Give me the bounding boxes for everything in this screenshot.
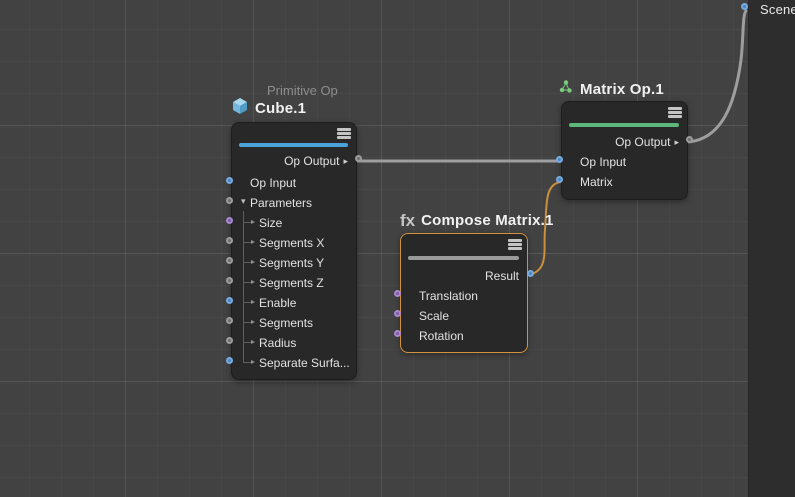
- output-expand-icon[interactable]: ▸: [674, 138, 679, 147]
- port-row-segments-y: Segments Y: [232, 253, 356, 273]
- port-row-enable: Enable: [232, 293, 356, 313]
- port-row-op-input: Op Input: [232, 173, 356, 193]
- size-port[interactable]: [226, 217, 233, 224]
- scale-port[interactable]: [394, 310, 401, 317]
- node-color-bar: [569, 123, 679, 127]
- scene-node-edge[interactable]: [748, 0, 795, 497]
- compose-matrix-node[interactable]: Result Translation Scale Rotation: [400, 233, 528, 353]
- cube-op-input-port[interactable]: [226, 177, 233, 184]
- compose-title-label: Compose Matrix.1: [421, 212, 553, 229]
- port-row-parameters: ▾ Parameters: [232, 193, 356, 213]
- port-label: Enable: [232, 296, 296, 310]
- port-row-radius: Radius: [232, 333, 356, 353]
- parameters-port[interactable]: [226, 197, 233, 204]
- tree-branch-icon: [243, 262, 251, 263]
- node-color-bar: [239, 143, 348, 147]
- port-label: Segments: [232, 316, 313, 330]
- segments-port[interactable]: [226, 317, 233, 324]
- node-editor-canvas[interactable]: Scene Primitive Op Cube.1 Op Output ▸ Op…: [0, 0, 795, 497]
- port-label: Size: [232, 216, 282, 230]
- tree-branch-icon: [243, 322, 251, 323]
- result-port[interactable]: [527, 270, 534, 277]
- port-label: Segments Z: [232, 276, 324, 290]
- fx-icon: fx: [400, 212, 415, 229]
- compose-node-title[interactable]: fx Compose Matrix.1: [400, 212, 554, 229]
- segments-z-port[interactable]: [226, 277, 233, 284]
- node-color-bar: [408, 256, 519, 260]
- port-label: Matrix: [562, 175, 613, 189]
- output-expand-icon[interactable]: ▸: [343, 157, 348, 166]
- port-label: Op Input: [232, 176, 296, 190]
- matrix-op-input-port[interactable]: [556, 156, 563, 163]
- scene-port-label: Scene: [760, 2, 795, 17]
- segments-x-port[interactable]: [226, 237, 233, 244]
- compose-result-row: Result: [401, 266, 527, 286]
- port-row-segments: Segments: [232, 313, 356, 333]
- cube-title-label: Cube.1: [255, 100, 306, 117]
- menu-icon[interactable]: [668, 107, 682, 119]
- port-label: Segments X: [232, 236, 324, 250]
- translation-port[interactable]: [394, 290, 401, 297]
- cube-op-output-row: Op Output ▸: [232, 151, 356, 171]
- radius-port[interactable]: [226, 337, 233, 344]
- separate-surfaces-port[interactable]: [226, 357, 233, 364]
- wire-matrix-to-scene[interactable]: [688, 10, 747, 142]
- scene-input-port[interactable]: [741, 3, 748, 10]
- cube-icon: [231, 97, 249, 120]
- port-row-rotation: Rotation: [401, 326, 527, 346]
- port-label: Result: [485, 269, 519, 283]
- wire-layer: [0, 0, 795, 497]
- tree-branch-icon: [243, 282, 251, 283]
- port-label: Rotation: [401, 329, 464, 343]
- port-row-segments-z: Segments Z: [232, 273, 356, 293]
- rotation-port[interactable]: [394, 330, 401, 337]
- port-label: Translation: [401, 289, 478, 303]
- matrix-node-title[interactable]: Matrix Op.1: [558, 79, 664, 100]
- port-row-scale: Scale: [401, 306, 527, 326]
- matrix-op-output-row: Op Output ▸: [562, 132, 687, 152]
- port-label: Radius: [232, 336, 296, 350]
- port-label: Separate Surfa...: [232, 356, 350, 370]
- tree-branch-icon: [243, 242, 251, 243]
- tree-branch-icon: [243, 362, 251, 363]
- matrix-title-label: Matrix Op.1: [580, 81, 664, 98]
- cube-op-output-port[interactable]: [355, 155, 362, 162]
- port-row-separate-surfaces: Separate Surfa...: [232, 353, 356, 373]
- matrix-input-port[interactable]: [556, 176, 563, 183]
- cube-node-title[interactable]: Cube.1: [231, 97, 306, 120]
- cube-node[interactable]: Op Output ▸ Op Input ▾ Parameters Size: [231, 122, 357, 380]
- menu-icon[interactable]: [337, 128, 351, 140]
- matrix-op-output-port[interactable]: [686, 136, 693, 143]
- collapse-triangle-icon[interactable]: ▾: [241, 197, 246, 206]
- port-label: Op Output: [284, 154, 339, 168]
- port-label: Op Output: [615, 135, 670, 149]
- port-row-op-input: Op Input: [562, 152, 687, 172]
- port-label: Op Input: [562, 155, 626, 169]
- port-label: Segments Y: [232, 256, 324, 270]
- tree-branch-icon: [243, 342, 251, 343]
- port-label: Scale: [401, 309, 449, 323]
- port-row-size: Size: [232, 213, 356, 233]
- nodes-icon: [558, 79, 574, 100]
- tree-branch-icon: [243, 302, 251, 303]
- enable-port[interactable]: [226, 297, 233, 304]
- menu-icon[interactable]: [508, 239, 522, 251]
- tree-branch-icon: [243, 222, 251, 223]
- segments-y-port[interactable]: [226, 257, 233, 264]
- port-row-translation: Translation: [401, 286, 527, 306]
- port-row-matrix: Matrix: [562, 172, 687, 192]
- cube-category-label: Primitive Op: [267, 83, 338, 98]
- matrix-node[interactable]: Op Output ▸ Op Input Matrix: [561, 101, 688, 200]
- port-row-segments-x: Segments X: [232, 233, 356, 253]
